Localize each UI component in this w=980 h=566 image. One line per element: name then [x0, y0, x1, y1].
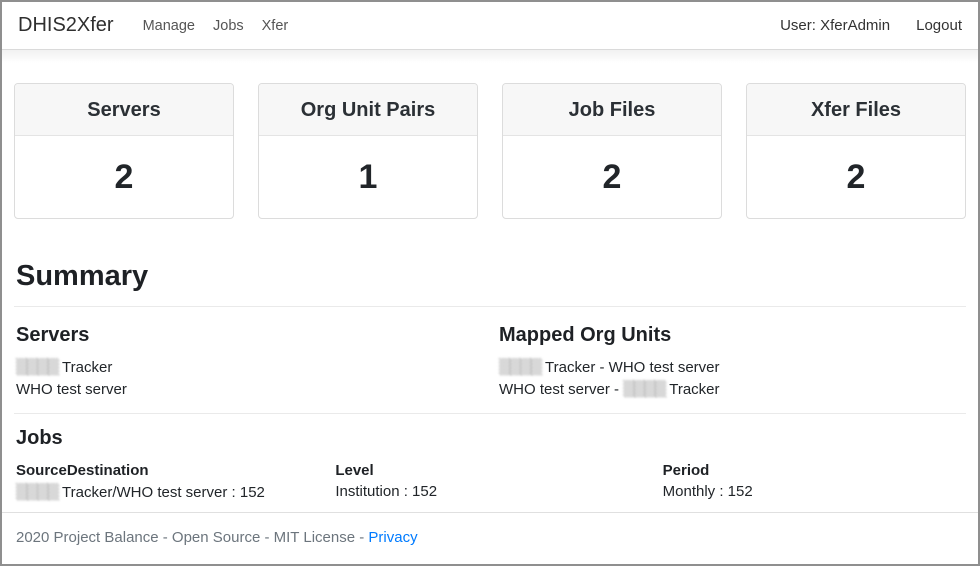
jobs-column-value: Monthly : 152: [663, 483, 966, 500]
mapping-text: Tracker - WHO test server: [541, 359, 719, 376]
footer: 2020 Project Balance - Open Source - MIT…: [2, 512, 978, 564]
current-user-label: User: XferAdmin: [780, 17, 890, 34]
mapped-org-units-heading: Mapped Org Units: [499, 324, 966, 347]
navbar: DHIS2Xfer Manage Jobs Xfer User: XferAdm…: [2, 2, 978, 50]
logout-link[interactable]: Logout: [916, 17, 962, 34]
mapped-org-unit-item: WHO test server - ▒▒▒▒ Tracker: [499, 379, 966, 401]
stat-card-value: 2: [503, 136, 721, 218]
stat-card-title: Org Unit Pairs: [259, 84, 477, 136]
nav-item-manage[interactable]: Manage: [134, 18, 204, 34]
main-content: Servers 2 Org Unit Pairs 1 Job Files 2 X…: [2, 83, 978, 501]
stat-card-org-unit-pairs: Org Unit Pairs 1: [258, 83, 478, 219]
server-list-item: WHO test server: [16, 379, 483, 401]
server-list-item: ▒▒▒▒ Tracker: [16, 357, 483, 379]
divider: [14, 306, 966, 307]
server-name: WHO test server: [16, 381, 127, 398]
jobs-column-label: SourceDestination: [16, 462, 319, 479]
jobs-column-value: Institution : 152: [335, 483, 638, 500]
privacy-link[interactable]: Privacy: [368, 529, 417, 546]
jobs-column-label: Level: [335, 462, 638, 479]
jobs-value-text: Tracker/WHO test server : 152: [58, 484, 265, 501]
jobs-column-label: Period: [663, 462, 966, 479]
footer-text: 2020 Project Balance - Open Source - MIT…: [16, 529, 368, 546]
stat-card-servers: Servers 2: [14, 83, 234, 219]
nav-links: Manage Jobs Xfer: [134, 18, 298, 34]
jobs-heading: Jobs: [16, 427, 964, 450]
stat-card-value: 1: [259, 136, 477, 218]
jobs-period-column: Period Monthly : 152: [639, 462, 966, 501]
brand-link[interactable]: DHIS2Xfer: [18, 14, 114, 37]
stat-cards-row: Servers 2 Org Unit Pairs 1 Job Files 2 X…: [14, 83, 966, 219]
redacted-server-name: ▒▒▒▒: [623, 380, 665, 398]
mapped-org-units-section: Mapped Org Units ▒▒▒▒ Tracker - WHO test…: [483, 324, 966, 400]
divider: [14, 413, 966, 414]
mapping-text: Tracker: [665, 381, 719, 398]
stat-card-value: 2: [15, 136, 233, 218]
jobs-level-column: Level Institution : 152: [319, 462, 638, 501]
summary-heading: Summary: [16, 260, 964, 293]
stat-card-value: 2: [747, 136, 965, 218]
stat-card-title: Xfer Files: [747, 84, 965, 136]
stat-card-title: Servers: [15, 84, 233, 136]
servers-heading: Servers: [16, 324, 483, 347]
nav-item-jobs[interactable]: Jobs: [204, 18, 253, 34]
redacted-server-name: ▒▒▒▒: [16, 483, 58, 501]
jobs-column-value: ▒▒▒▒ Tracker/WHO test server : 152: [16, 483, 319, 501]
stat-card-title: Job Files: [503, 84, 721, 136]
server-name: Tracker: [58, 359, 112, 376]
stat-card-xfer-files: Xfer Files 2: [746, 83, 966, 219]
servers-section: Servers ▒▒▒▒ Tracker WHO test server: [14, 324, 483, 400]
jobs-source-destination-column: SourceDestination ▒▒▒▒ Tracker/WHO test …: [14, 462, 319, 501]
redacted-server-name: ▒▒▒▒: [16, 358, 58, 376]
jobs-columns: SourceDestination ▒▒▒▒ Tracker/WHO test …: [14, 462, 966, 501]
app-window: DHIS2Xfer Manage Jobs Xfer User: XferAdm…: [0, 0, 980, 566]
stat-card-job-files: Job Files 2: [502, 83, 722, 219]
summary-columns: Servers ▒▒▒▒ Tracker WHO test server Map…: [14, 324, 966, 400]
mapped-org-unit-item: ▒▒▒▒ Tracker - WHO test server: [499, 357, 966, 379]
redacted-server-name: ▒▒▒▒: [499, 358, 541, 376]
mapping-text: WHO test server -: [499, 381, 623, 398]
nav-item-xfer[interactable]: Xfer: [253, 18, 298, 34]
navbar-right: User: XferAdmin Logout: [780, 17, 962, 34]
jobs-section: Jobs SourceDestination ▒▒▒▒ Tracker/WHO …: [14, 427, 966, 501]
